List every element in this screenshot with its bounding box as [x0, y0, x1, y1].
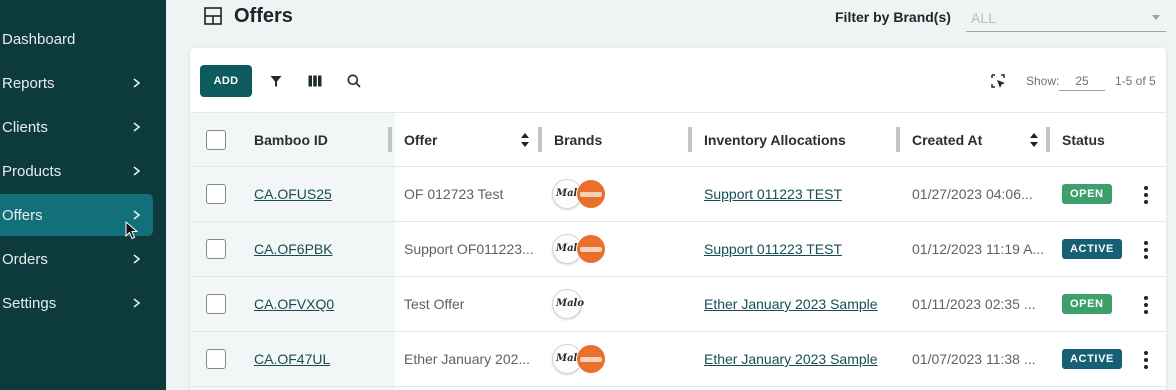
brand-logos: Malo	[552, 234, 608, 264]
search-icon	[347, 74, 361, 88]
brand-logos: Malo	[552, 179, 608, 209]
created-at: 01/12/2023 11:19 A...	[912, 241, 1045, 257]
sidebar-item-orders[interactable]: Orders	[0, 238, 153, 280]
inventory-allocation-link[interactable]: Ether January 2023 Sample	[704, 351, 878, 367]
select-area-button[interactable]	[990, 73, 1006, 89]
offer-name: Support OF011223...	[404, 241, 534, 257]
more-options-icon[interactable]	[1142, 350, 1150, 370]
column-header-inventory-allocations[interactable]: Inventory Allocations	[704, 132, 846, 148]
column-resize-handle[interactable]	[1046, 127, 1050, 152]
brand-filter-select[interactable]: ALL	[966, 5, 1166, 32]
column-header-created-at[interactable]: Created At	[912, 132, 982, 148]
sidebar-item-label: Reports	[2, 74, 55, 92]
search-button[interactable]	[346, 73, 362, 89]
table-header-row: Bamboo ID Offer Brands Inventory Allocat…	[190, 113, 1166, 167]
brand-logo	[576, 344, 606, 374]
table-row[interactable]: CA.OF47UL Ether January 202... Malo Ethe…	[190, 332, 1166, 387]
status-badge: OPEN	[1062, 184, 1112, 204]
sidebar-item-label: Clients	[2, 118, 48, 136]
offers-table-card: ADD Show: 25 1-5 of 5 Bamboo ID Offer Br…	[190, 48, 1166, 390]
sort-icon[interactable]	[1029, 132, 1039, 148]
layout-grid-icon	[204, 7, 222, 25]
sidebar-item-label: Products	[2, 162, 62, 180]
bamboo-id-link[interactable]: CA.OF6PBK	[254, 241, 333, 257]
sort-icon[interactable]	[520, 132, 530, 148]
sidebar-item-label: Offers	[2, 206, 43, 224]
column-header-offer[interactable]: Offer	[404, 132, 437, 148]
column-resize-handle[interactable]	[538, 127, 542, 152]
sidebar-item-products[interactable]: Products	[0, 150, 153, 192]
page-title: Offers	[234, 4, 293, 27]
offer-name: OF 012723 Test	[404, 186, 504, 202]
column-header-brands[interactable]: Brands	[554, 132, 602, 148]
column-header-status[interactable]: Status	[1062, 132, 1105, 148]
chevron-right-icon	[133, 298, 141, 308]
pagination-range: 1-5 of 5	[1115, 74, 1156, 88]
table-row[interactable]: CA.OFUS25 OF 012723 Test Malo Support 01…	[190, 167, 1166, 222]
chevron-right-icon	[133, 254, 141, 264]
sidebar-item-label: Orders	[2, 250, 48, 268]
offer-name: Ether January 202...	[404, 351, 531, 367]
filter-brand-label: Filter by Brand(s)	[835, 9, 951, 25]
bamboo-id-link[interactable]: CA.OF47UL	[254, 351, 330, 367]
status-badge: ACTIVE	[1062, 349, 1122, 369]
row-checkbox[interactable]	[206, 184, 226, 204]
mouse-cursor-icon	[125, 221, 139, 240]
status-badge: OPEN	[1062, 294, 1112, 314]
more-options-icon[interactable]	[1142, 185, 1150, 205]
page-size-label: Show:	[1026, 74, 1060, 88]
table-row[interactable]: CA.OF6PBK Support OF011223... Malo Suppo…	[190, 222, 1166, 277]
created-at: 01/27/2023 04:06...	[912, 186, 1033, 202]
inventory-allocation-link[interactable]: Support 011223 TEST	[704, 186, 842, 202]
table-row[interactable]: CA.OFVXQ0 Test Offer Malo Ether January …	[190, 277, 1166, 332]
row-checkbox[interactable]	[206, 239, 226, 259]
caret-down-icon	[1152, 15, 1160, 20]
bamboo-id-link[interactable]: CA.OFVXQ0	[254, 296, 334, 312]
select-all-checkbox[interactable]	[206, 130, 226, 150]
column-resize-handle[interactable]	[896, 127, 900, 152]
sidebar-item-clients[interactable]: Clients	[0, 106, 153, 148]
brand-logos: Malo	[552, 289, 608, 319]
sidebar-item-label: Settings	[2, 294, 57, 312]
page-size-input[interactable]: 25	[1059, 70, 1105, 91]
sidebar-item-dashboard[interactable]: Dashboard	[0, 18, 153, 60]
page-header: Offers	[204, 4, 293, 28]
row-checkbox[interactable]	[206, 349, 226, 369]
status-badge: ACTIVE	[1062, 239, 1122, 259]
chevron-right-icon	[133, 122, 141, 132]
row-checkbox[interactable]	[206, 294, 226, 314]
columns-button[interactable]	[307, 73, 323, 89]
chevron-right-icon	[133, 166, 141, 176]
brand-logo: Malo	[552, 289, 584, 319]
more-options-icon[interactable]	[1142, 240, 1150, 260]
inventory-allocation-link[interactable]: Ether January 2023 Sample	[704, 296, 878, 312]
filter-icon	[270, 75, 282, 87]
more-options-icon[interactable]	[1142, 295, 1150, 315]
inventory-allocation-link[interactable]: Support 011223 TEST	[704, 241, 842, 257]
bamboo-id-link[interactable]: CA.OFUS25	[254, 186, 332, 202]
sidebar: Dashboard Reports Clients Products Offer…	[0, 0, 166, 390]
column-resize-handle[interactable]	[388, 127, 392, 152]
columns-icon	[308, 75, 322, 87]
add-button[interactable]: ADD	[200, 65, 252, 97]
filter-button[interactable]	[268, 73, 284, 89]
chevron-right-icon	[133, 78, 141, 88]
column-header-bamboo-id[interactable]: Bamboo ID	[254, 132, 328, 148]
sidebar-item-settings[interactable]: Settings	[0, 282, 153, 324]
sidebar-item-reports[interactable]: Reports	[0, 62, 153, 104]
table-toolbar: ADD Show: 25 1-5 of 5	[190, 48, 1166, 113]
column-resize-handle[interactable]	[688, 127, 692, 152]
created-at: 01/07/2023 11:38 ...	[912, 351, 1036, 367]
brand-logo	[576, 179, 606, 209]
sidebar-item-label: Dashboard	[2, 30, 76, 48]
brand-logos: Malo	[552, 344, 608, 374]
created-at: 01/11/2023 02:35 ...	[912, 296, 1036, 312]
offer-name: Test Offer	[404, 296, 465, 312]
brand-filter-value: ALL	[971, 10, 996, 26]
select-area-icon	[990, 73, 1005, 88]
brand-logo	[576, 234, 606, 264]
